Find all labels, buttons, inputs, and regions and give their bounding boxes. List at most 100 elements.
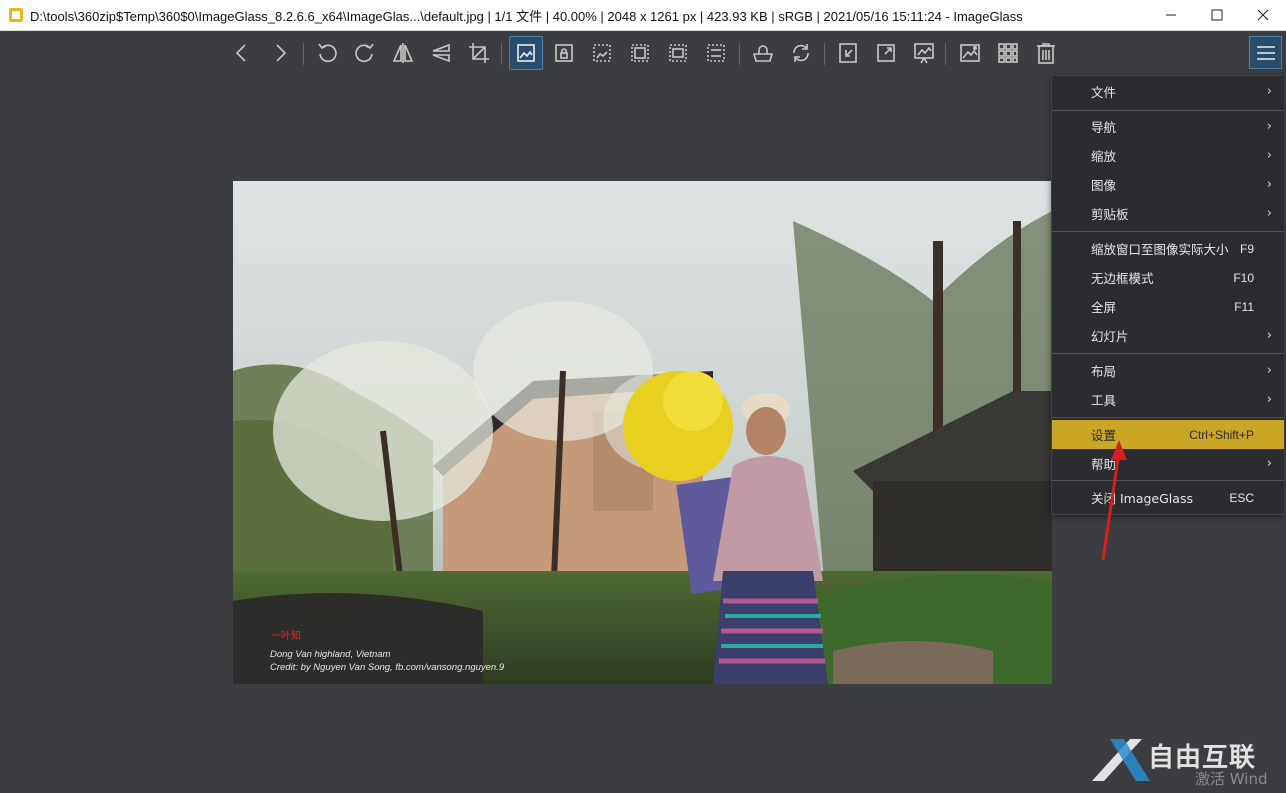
chevron-right-icon: › xyxy=(1266,328,1272,343)
flip-vertical-button[interactable] xyxy=(424,36,458,70)
flip-horizontal-button[interactable] xyxy=(386,36,420,70)
scale-to-fill-button[interactable] xyxy=(699,36,733,70)
menu-item-label: 工具 xyxy=(1091,393,1117,408)
scale-to-fill-icon xyxy=(707,44,725,62)
rotate-right-button[interactable] xyxy=(348,36,382,70)
maximize-icon xyxy=(1211,9,1223,21)
photo-image: 一叶知 xyxy=(233,181,1052,684)
menu-item-help[interactable]: 帮助 › xyxy=(1052,449,1284,478)
window-title: D:\tools\360zip$Temp\360$0\ImageGlass_8.… xyxy=(30,8,1023,24)
slideshow-button[interactable] xyxy=(907,36,941,70)
chevron-right-icon: › xyxy=(1266,148,1272,163)
auto-zoom-button[interactable] xyxy=(509,36,543,70)
goto-icon xyxy=(839,43,857,63)
scale-to-height-icon xyxy=(631,44,649,62)
menu-item-label: 幻灯片 xyxy=(1091,329,1129,344)
delete-icon xyxy=(1037,43,1055,64)
scale-to-fit-button[interactable] xyxy=(661,36,695,70)
menu-item-label: 剪贴板 xyxy=(1091,207,1129,222)
delete-button[interactable] xyxy=(1029,36,1063,70)
menu-separator xyxy=(1052,417,1284,418)
title-bar: D:\tools\360zip$Temp\360$0\ImageGlass_8.… xyxy=(0,0,1286,31)
chevron-right-icon: › xyxy=(1266,392,1272,407)
menu-item-frameless[interactable]: 无边框模式 F10 xyxy=(1052,263,1284,292)
scale-to-width-icon xyxy=(593,44,611,62)
menu-item-label: 布局 xyxy=(1091,364,1117,379)
toolbar-separator xyxy=(945,43,946,65)
menu-item-zoom[interactable]: 缩放 › xyxy=(1052,141,1284,170)
scale-to-fit-icon xyxy=(669,44,687,62)
menu-separator xyxy=(1052,110,1284,111)
menu-separator xyxy=(1052,480,1284,481)
refresh-icon xyxy=(793,44,809,62)
photo-caption-location: Dong Van highland, Vietnam xyxy=(270,649,391,660)
menu-item-label: 无边框模式 xyxy=(1091,271,1154,286)
chevron-right-icon: › xyxy=(1266,119,1272,134)
rotate-left-icon xyxy=(318,43,337,63)
slideshow-icon xyxy=(914,43,934,64)
flip-horizontal-icon xyxy=(392,43,414,63)
menu-item-window-fit[interactable]: 缩放窗口至图像实际大小 F9 xyxy=(1052,234,1284,263)
main-menu-button[interactable] xyxy=(1249,36,1282,69)
lock-zoom-icon xyxy=(555,44,573,62)
open-with-icon xyxy=(752,45,774,62)
maximize-button[interactable] xyxy=(1194,0,1240,31)
menu-item-label: 文件 xyxy=(1091,85,1117,100)
open-with-button[interactable] xyxy=(746,36,780,70)
menu-item-image[interactable]: 图像 › xyxy=(1052,170,1284,199)
lock-zoom-button[interactable] xyxy=(547,36,581,70)
thumbnail-button[interactable] xyxy=(991,36,1025,70)
menu-item-file[interactable]: 文件 › xyxy=(1052,77,1284,106)
menu-item-label: 缩放 xyxy=(1091,149,1117,164)
refresh-button[interactable] xyxy=(784,36,818,70)
menu-item-label: 图像 xyxy=(1091,178,1117,193)
set-wallpaper-icon xyxy=(960,44,980,62)
menu-item-label: 导航 xyxy=(1091,120,1117,135)
menu-item-navigation[interactable]: 导航 › xyxy=(1052,112,1284,141)
scale-to-height-button[interactable] xyxy=(623,36,657,70)
scale-to-width-button[interactable] xyxy=(585,36,619,70)
chevron-right-icon: › xyxy=(1266,177,1272,192)
crop-icon xyxy=(469,43,489,63)
close-button[interactable] xyxy=(1240,0,1286,31)
menu-item-fullscreen[interactable]: 全屏 F11 xyxy=(1052,292,1284,321)
image-viewer-canvas[interactable]: 一叶知 Dong Van highland, Vietnam Credit: b… xyxy=(233,181,1052,684)
menu-item-shortcut: F11 xyxy=(1234,299,1254,314)
minimize-icon xyxy=(1166,14,1176,16)
toolbar-separator xyxy=(739,43,740,65)
flip-vertical-icon xyxy=(432,43,450,63)
chevron-right-icon: › xyxy=(1266,84,1272,99)
menu-separator xyxy=(1052,353,1284,354)
menu-item-slideshow[interactable]: 幻灯片 › xyxy=(1052,321,1284,350)
menu-item-label: 全屏 xyxy=(1091,300,1117,315)
minimize-button[interactable] xyxy=(1148,0,1194,31)
main-menu: 文件 › 导航 › 缩放 › 图像 › 剪贴板 › 缩放窗口至图像实际大小 F9 无边框模式… xyxy=(1051,75,1285,515)
menu-item-label: 缩放窗口至图像实际大小 xyxy=(1091,242,1229,257)
crop-button[interactable] xyxy=(462,36,496,70)
photo-caption-credit: Credit: by Nguyen Van Song, fb.com/vanso… xyxy=(270,662,505,673)
set-wallpaper-button[interactable] xyxy=(953,36,987,70)
back-button[interactable] xyxy=(225,36,259,70)
full-screen-button[interactable] xyxy=(869,36,903,70)
menu-item-layout[interactable]: 布局 › xyxy=(1052,356,1284,385)
annotation-arrow-icon xyxy=(1101,440,1127,561)
rotate-left-button[interactable] xyxy=(310,36,344,70)
activation-watermark: 激活 Wind xyxy=(1195,770,1268,788)
menu-separator xyxy=(1052,231,1284,232)
toolbar-separator xyxy=(501,43,502,65)
menu-item-shortcut: F10 xyxy=(1233,270,1254,285)
menu-item-tools[interactable]: 工具 › xyxy=(1052,385,1284,414)
menu-item-clipboard[interactable]: 剪贴板 › xyxy=(1052,199,1284,228)
chevron-right-icon: › xyxy=(1266,363,1272,378)
chevron-right-icon: › xyxy=(1266,206,1272,221)
menu-item-exit[interactable]: 关闭 ImageGlass ESC xyxy=(1052,483,1284,512)
thumbnail-icon xyxy=(998,43,1018,63)
main-menu-icon xyxy=(1256,45,1275,60)
full-screen-icon xyxy=(877,44,895,62)
forward-button[interactable] xyxy=(263,36,297,70)
auto-zoom-icon xyxy=(517,44,535,62)
toolbar xyxy=(0,31,1286,75)
menu-item-settings[interactable]: 设置 Ctrl+Shift+P xyxy=(1052,420,1284,449)
toolbar-separator xyxy=(303,43,304,65)
goto-button[interactable] xyxy=(831,36,865,70)
